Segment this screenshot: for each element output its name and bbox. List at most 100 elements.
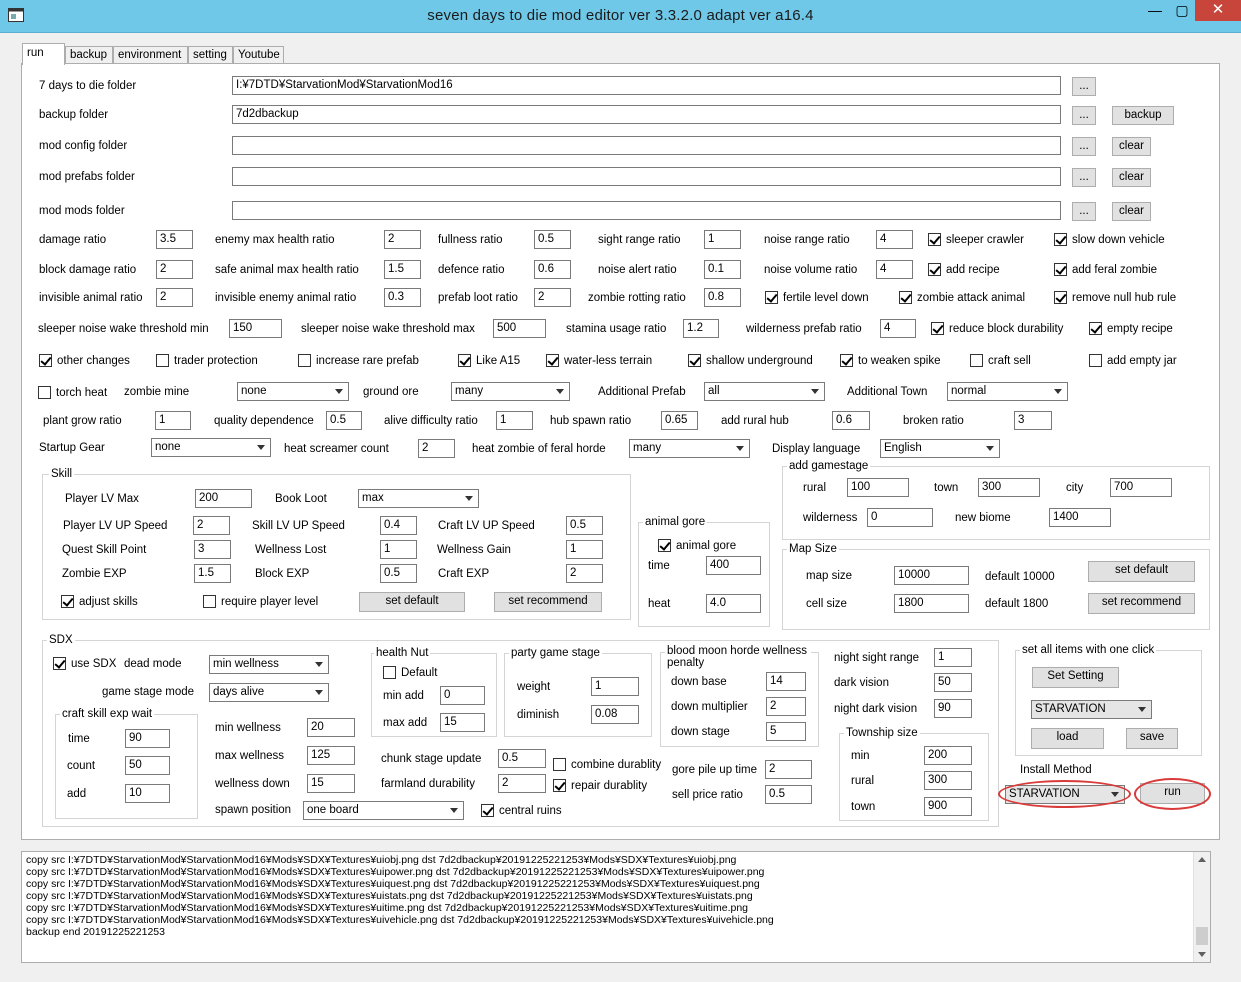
maximize-button[interactable]: ▢ xyxy=(1169,0,1195,21)
save-button[interactable]: save xyxy=(1126,728,1178,749)
broken-ratio-input[interactable]: 3 xyxy=(1014,411,1052,430)
minimize-button[interactable]: — xyxy=(1141,0,1169,21)
backup-button[interactable]: backup xyxy=(1112,106,1174,125)
invisible-enemy-animal-ratio-input[interactable]: 0.3 xyxy=(384,288,421,307)
wellness-down-input[interactable]: 15 xyxy=(307,774,355,793)
ground-ore-select[interactable]: many xyxy=(451,382,570,401)
backup-folder-input[interactable]: 7d2dbackup xyxy=(232,105,1061,124)
diminish-input[interactable]: 0.08 xyxy=(591,705,639,724)
fertile-level-down-checkbox[interactable]: fertile level down xyxy=(765,291,869,305)
skill-set-default-button[interactable]: set default xyxy=(359,592,465,612)
mod-prefabs-browse-button[interactable]: ... xyxy=(1072,168,1096,187)
prefab-loot-ratio-input[interactable]: 2 xyxy=(534,288,571,307)
safe-animal-max-health-ratio-input[interactable]: 1.5 xyxy=(384,260,421,279)
dark-vision-input[interactable]: 50 xyxy=(934,673,972,692)
farmland-durability-input[interactable]: 2 xyxy=(498,774,546,793)
book-loot-select[interactable]: max xyxy=(358,489,479,508)
seven-days-folder-input[interactable]: I:¥7DTD¥StarvationMod¥StarvationMod16 xyxy=(232,76,1061,95)
sell-price-ratio-input[interactable]: 0.5 xyxy=(765,785,812,804)
to-weaken-spike-checkbox[interactable]: to weaken spike xyxy=(840,354,940,368)
scroll-down-icon[interactable] xyxy=(1198,952,1206,957)
gamestage-rural-input[interactable]: 100 xyxy=(847,478,909,497)
township-min-input[interactable]: 200 xyxy=(924,746,972,765)
invisible-animal-ratio-input[interactable]: 2 xyxy=(156,288,193,307)
craft-lv-up-speed-input[interactable]: 0.5 xyxy=(566,516,603,535)
increase-rare-prefab-checkbox[interactable]: increase rare prefab xyxy=(298,354,419,368)
torch-heat-checkbox[interactable]: torch heat xyxy=(38,386,107,400)
gamestage-new-biome-input[interactable]: 1400 xyxy=(1049,508,1111,527)
startup-gear-select[interactable]: none xyxy=(151,438,271,457)
health-nut-default-checkbox[interactable]: Default xyxy=(383,666,437,680)
mod-prefabs-folder-input[interactable] xyxy=(232,167,1061,186)
central-ruins-checkbox[interactable]: central ruins xyxy=(481,804,562,818)
additional-prefab-select[interactable]: all xyxy=(704,382,825,401)
zombie-mine-select[interactable]: none xyxy=(237,382,349,401)
animal-gore-checkbox[interactable]: animal gore xyxy=(658,539,736,553)
tab-backup[interactable]: backup xyxy=(65,46,113,64)
map-size-set-recommend-button[interactable]: set recommend xyxy=(1088,593,1195,614)
water-less-terrain-checkbox[interactable]: water-less terrain xyxy=(546,354,652,368)
use-sdx-checkbox[interactable]: use SDX xyxy=(53,657,116,671)
dead-mode-select[interactable]: min wellness xyxy=(209,655,329,674)
tab-youtube[interactable]: Youtube xyxy=(233,46,284,64)
seven-days-browse-button[interactable]: ... xyxy=(1072,77,1096,96)
hub-spawn-ratio-input[interactable]: 0.65 xyxy=(661,411,698,430)
craft-wait-count-input[interactable]: 50 xyxy=(125,756,170,775)
tab-run[interactable]: run xyxy=(22,43,65,65)
add-feral-zombie-checkbox[interactable]: add feral zombie xyxy=(1054,263,1157,277)
township-town-input[interactable]: 900 xyxy=(924,797,972,816)
preset-select[interactable]: STARVATION xyxy=(1031,700,1152,719)
display-language-select[interactable]: English xyxy=(880,439,1000,458)
gamestage-town-input[interactable]: 300 xyxy=(978,478,1040,497)
remove-null-hub-rule-checkbox[interactable]: remove null hub rule xyxy=(1054,291,1176,305)
down-base-input[interactable]: 14 xyxy=(766,672,806,691)
skill-set-recommend-button[interactable]: set recommend xyxy=(494,592,602,612)
quality-dependence-input[interactable]: 0.5 xyxy=(326,411,362,430)
zombie-rotting-ratio-input[interactable]: 0.8 xyxy=(704,288,741,307)
block-exp-input[interactable]: 0.5 xyxy=(380,564,417,583)
gamestage-wilderness-input[interactable]: 0 xyxy=(867,508,933,527)
township-rural-input[interactable]: 300 xyxy=(924,771,972,790)
reduce-block-durability-checkbox[interactable]: reduce block durability xyxy=(931,322,1063,336)
wellness-lost-input[interactable]: 1 xyxy=(380,540,417,559)
chunk-stage-update-input[interactable]: 0.5 xyxy=(498,749,546,768)
map-size-set-default-button[interactable]: set default xyxy=(1088,561,1195,582)
load-button[interactable]: load xyxy=(1031,728,1104,749)
mod-mods-clear-button[interactable]: clear xyxy=(1112,202,1151,221)
sleeper-noise-min-input[interactable]: 150 xyxy=(229,319,282,338)
craft-exp-input[interactable]: 2 xyxy=(566,564,603,583)
skill-lv-up-speed-input[interactable]: 0.4 xyxy=(380,516,417,535)
other-changes-checkbox[interactable]: other changes xyxy=(39,354,130,368)
require-player-level-checkbox[interactable]: require player level xyxy=(203,595,318,609)
backup-browse-button[interactable]: ... xyxy=(1072,106,1096,125)
like-a15-checkbox[interactable]: Like A15 xyxy=(458,354,520,368)
log-output[interactable]: copy src I:¥7DTD¥StarvationMod¥Starvatio… xyxy=(21,851,1211,963)
gamestage-city-input[interactable]: 700 xyxy=(1110,478,1172,497)
tab-environment[interactable]: environment xyxy=(113,46,188,64)
sleeper-crawler-checkbox[interactable]: sleeper crawler xyxy=(928,233,1024,247)
add-empty-jar-checkbox[interactable]: add empty jar xyxy=(1089,354,1177,368)
down-multiplier-input[interactable]: 2 xyxy=(766,697,806,716)
weight-input[interactable]: 1 xyxy=(591,677,639,696)
heat-zombie-feral-horde-select[interactable]: many xyxy=(629,439,750,458)
player-lv-max-input[interactable]: 200 xyxy=(195,489,252,508)
slow-down-vehicle-checkbox[interactable]: slow down vehicle xyxy=(1054,233,1165,247)
animal-gore-heat-input[interactable]: 4.0 xyxy=(706,594,761,613)
night-dark-vision-input[interactable]: 90 xyxy=(934,699,972,718)
mod-prefabs-clear-button[interactable]: clear xyxy=(1112,168,1151,187)
map-size-input[interactable]: 10000 xyxy=(894,566,969,585)
log-scrollbar[interactable] xyxy=(1193,852,1210,962)
animal-gore-time-input[interactable]: 400 xyxy=(706,556,761,575)
shallow-underground-checkbox[interactable]: shallow underground xyxy=(688,354,813,368)
defence-ratio-input[interactable]: 0.6 xyxy=(534,260,571,279)
game-stage-mode-select[interactable]: days alive xyxy=(209,683,329,702)
noise-volume-ratio-input[interactable]: 4 xyxy=(876,260,913,279)
sleeper-noise-max-input[interactable]: 500 xyxy=(493,319,546,338)
player-lv-up-speed-input[interactable]: 2 xyxy=(193,516,230,535)
repair-durability-checkbox[interactable]: repair durablity xyxy=(553,779,647,793)
close-button[interactable]: ✕ xyxy=(1195,0,1241,21)
craft-sell-checkbox[interactable]: craft sell xyxy=(970,354,1031,368)
add-rural-hub-input[interactable]: 0.6 xyxy=(832,411,870,430)
min-add-input[interactable]: 0 xyxy=(440,686,485,705)
noise-range-ratio-input[interactable]: 4 xyxy=(876,230,913,249)
